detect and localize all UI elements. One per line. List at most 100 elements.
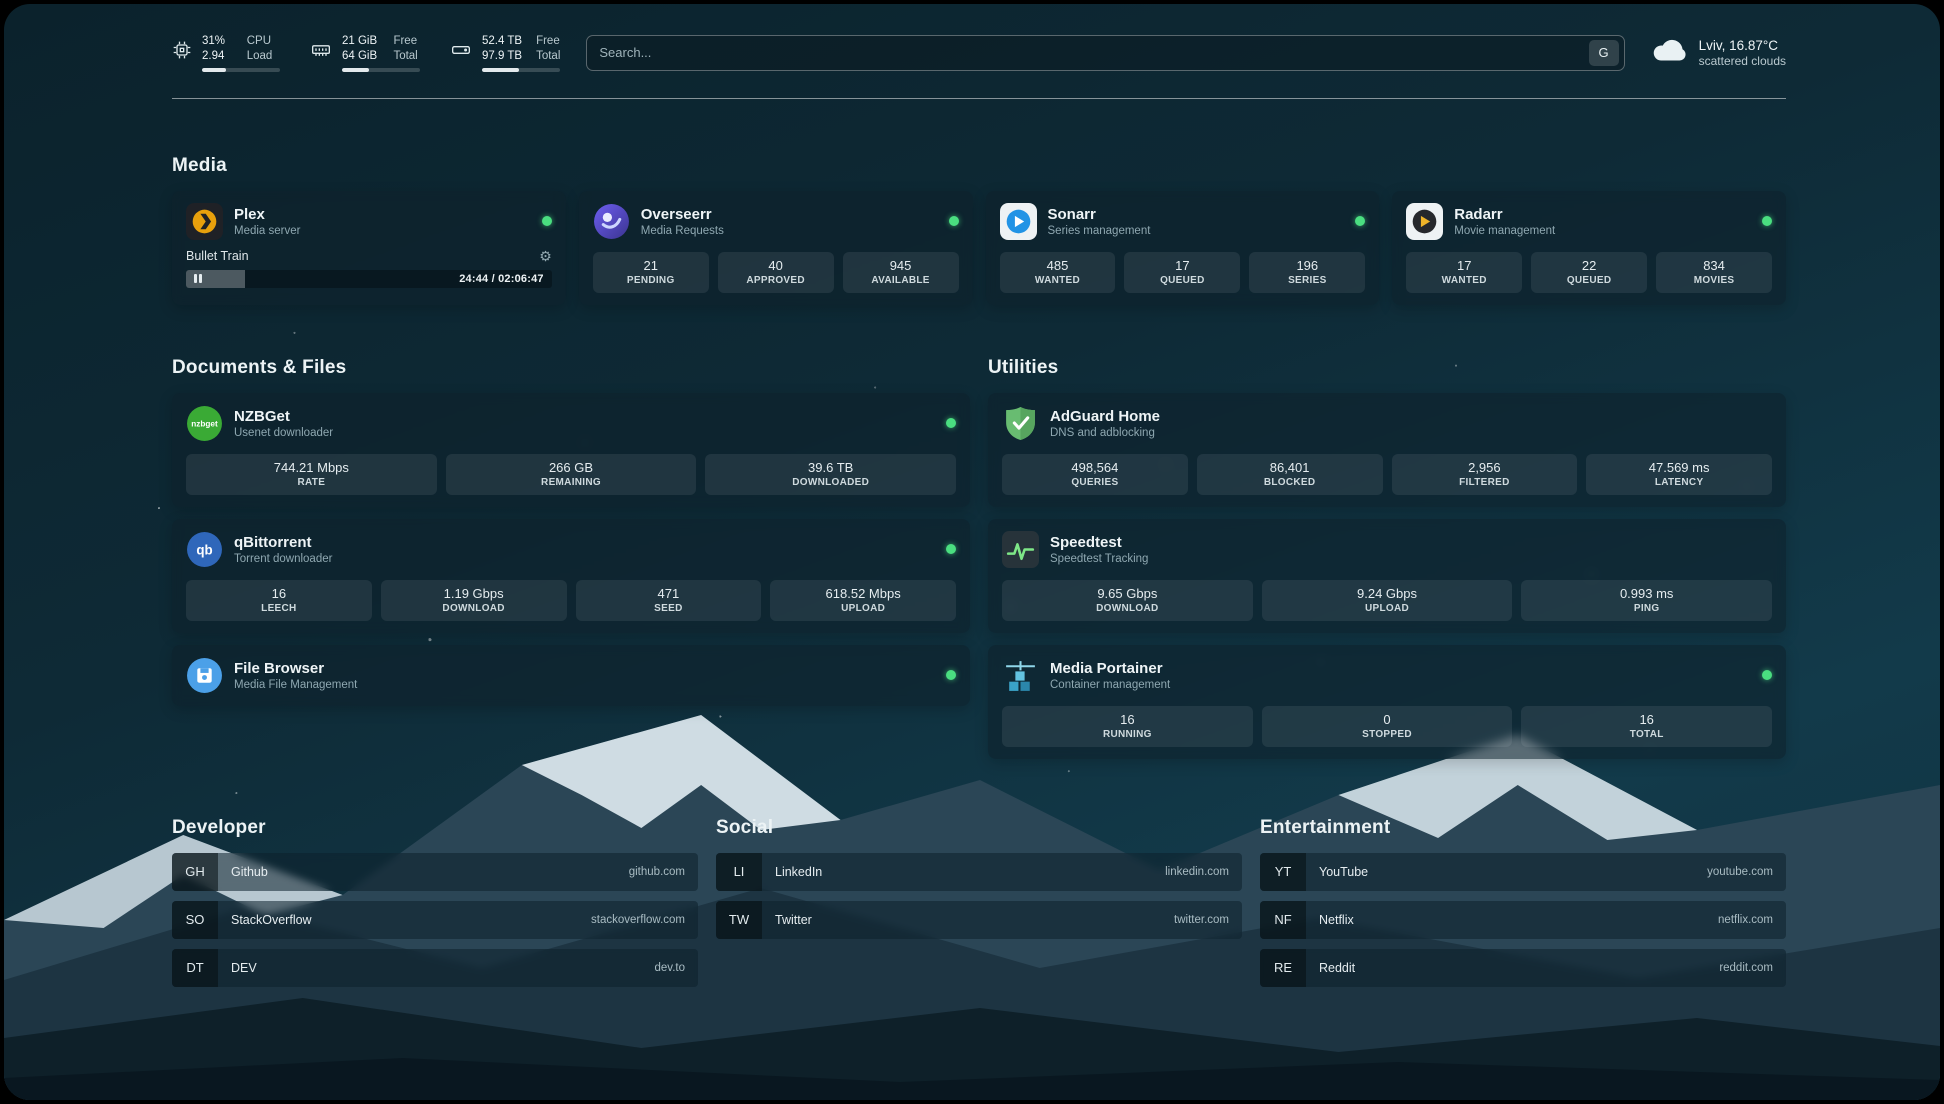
bookmark-dev[interactable]: DT DEV dev.to — [172, 949, 698, 987]
speedtest-icon — [1002, 531, 1039, 568]
stat-rate: 744.21 MbpsRATE — [186, 454, 437, 495]
bookmark-url: linkedin.com — [1165, 866, 1242, 878]
service-card-speedtest[interactable]: Speedtest Speedtest Tracking 9.65 GbpsDO… — [988, 519, 1786, 633]
bookmark-name: Twitter — [762, 913, 812, 927]
bookmark-abbr: DT — [172, 949, 218, 987]
bookmark-netflix[interactable]: NF Netflix netflix.com — [1260, 901, 1786, 939]
disk-free-value: 52.4 TB — [482, 34, 522, 49]
bookmark-stackoverflow[interactable]: SO StackOverflow stackoverflow.com — [172, 901, 698, 939]
service-description: DNS and adblocking — [1050, 427, 1160, 439]
status-online-dot — [946, 418, 956, 428]
stat-seed: 471SEED — [576, 580, 762, 621]
service-name: Speedtest — [1050, 534, 1148, 551]
section-title-media: Media — [172, 155, 1786, 177]
service-description: Media Requests — [641, 225, 724, 237]
service-description: Movie management — [1454, 225, 1555, 237]
status-online-dot — [542, 216, 552, 226]
cpu-label: CPU — [247, 34, 280, 49]
bookmark-abbr: GH — [172, 853, 218, 891]
stat-wanted: 17WANTED — [1406, 252, 1522, 293]
service-card-overseerr[interactable]: Overseerr Media Requests 21PENDING 40APP… — [579, 191, 973, 305]
stat-remaining: 266 GBREMAINING — [446, 454, 697, 495]
service-description: Media File Management — [234, 679, 357, 691]
stat-download: 9.65 GbpsDOWNLOAD — [1002, 580, 1253, 621]
status-online-dot — [949, 216, 959, 226]
bookmark-url: dev.to — [655, 962, 698, 974]
cloud-icon — [1651, 36, 1687, 69]
ram-free-value: 21 GiB — [342, 34, 379, 49]
bookmark-name: LinkedIn — [762, 865, 822, 879]
stat-downloaded: 39.6 TBDOWNLOADED — [705, 454, 956, 495]
stat-filtered: 2,956FILTERED — [1392, 454, 1578, 495]
bookmark-url: github.com — [629, 866, 698, 878]
bookmark-twitter[interactable]: TW Twitter twitter.com — [716, 901, 1242, 939]
sonarr-icon — [1000, 203, 1037, 240]
gear-icon[interactable]: ⚙ — [539, 249, 552, 263]
stat-leech: 16LEECH — [186, 580, 372, 621]
service-card-sonarr[interactable]: Sonarr Series management 485WANTED 17QUE… — [986, 191, 1380, 305]
disk-total-label: Total — [536, 49, 560, 64]
service-description: Usenet downloader — [234, 427, 333, 439]
status-online-dot — [1762, 670, 1772, 680]
service-card-adguard[interactable]: AdGuard Home DNS and adblocking 498,564Q… — [988, 393, 1786, 507]
disk-free-label: Free — [536, 34, 560, 49]
radarr-icon — [1406, 203, 1443, 240]
top-bar: 31% CPU 2.94 Load — [172, 34, 1786, 72]
search-input[interactable] — [599, 45, 1588, 60]
cpu-widget: 31% CPU 2.94 Load — [172, 34, 280, 72]
cpu-icon — [172, 40, 192, 65]
section-title-entertainment: Entertainment — [1260, 817, 1786, 839]
service-description: Container management — [1050, 679, 1170, 691]
search-bar[interactable]: G — [586, 35, 1624, 71]
pause-icon[interactable] — [194, 274, 202, 283]
status-online-dot — [1355, 216, 1365, 226]
bookmark-url: netflix.com — [1718, 914, 1786, 926]
bookmark-abbr: RE — [1260, 949, 1306, 987]
stat-wanted: 485WANTED — [1000, 252, 1116, 293]
filebrowser-icon — [186, 657, 223, 694]
bookmark-name: DEV — [218, 961, 257, 975]
service-name: AdGuard Home — [1050, 408, 1160, 425]
ram-progress-bar — [342, 68, 420, 72]
service-card-qbittorrent[interactable]: qb qBittorrent Torrent downloader 16LEEC… — [172, 519, 970, 633]
bookmark-reddit[interactable]: RE Reddit reddit.com — [1260, 949, 1786, 987]
stat-total: 16TOTAL — [1521, 706, 1772, 747]
stat-queued: 22QUEUED — [1531, 252, 1647, 293]
playback-time: 24:44 / 02:06:47 — [459, 273, 544, 285]
service-card-radarr[interactable]: Radarr Movie management 17WANTED 22QUEUE… — [1392, 191, 1786, 305]
overseerr-icon — [593, 203, 630, 240]
playback-progress-bar[interactable]: 24:44 / 02:06:47 — [186, 270, 552, 288]
service-name: NZBGet — [234, 408, 333, 425]
bookmark-linkedin[interactable]: LI LinkedIn linkedin.com — [716, 853, 1242, 891]
ram-icon — [310, 40, 332, 65]
stat-queued: 17QUEUED — [1124, 252, 1240, 293]
bookmark-url: twitter.com — [1174, 914, 1242, 926]
bookmark-name: Reddit — [1306, 961, 1355, 975]
portainer-icon — [1002, 657, 1039, 694]
service-name: Radarr — [1454, 206, 1555, 223]
weather-widget: Lviv, 16.87°C scattered clouds — [1651, 36, 1786, 69]
bookmark-name: Netflix — [1306, 913, 1354, 927]
service-card-filebrowser[interactable]: File Browser Media File Management — [172, 645, 970, 706]
nzbget-icon: nzbget — [186, 405, 223, 442]
disk-widget: 52.4 TB Free 97.9 TB Total — [450, 34, 560, 72]
bookmark-github[interactable]: GH Github github.com — [172, 853, 698, 891]
stat-upload: 9.24 GbpsUPLOAD — [1262, 580, 1513, 621]
now-playing-title: Bullet Train — [186, 249, 249, 263]
service-card-nzbget[interactable]: nzbget NZBGet Usenet downloader 744.21 M… — [172, 393, 970, 507]
service-card-plex[interactable]: Plex Media server Bullet Train ⚙ 24:44 /… — [172, 191, 566, 305]
bookmark-youtube[interactable]: YT YouTube youtube.com — [1260, 853, 1786, 891]
stat-available: 945AVAILABLE — [843, 252, 959, 293]
section-title-utilities: Utilities — [988, 357, 1786, 379]
bookmark-abbr: TW — [716, 901, 762, 939]
search-engine-button[interactable]: G — [1589, 40, 1619, 66]
stat-ping: 0.993 msPING — [1521, 580, 1772, 621]
dashboard-window: 31% CPU 2.94 Load — [4, 4, 1940, 1100]
weather-location: Lviv, 16.87°C — [1699, 38, 1786, 53]
service-card-portainer[interactable]: Media Portainer Container management 16R… — [988, 645, 1786, 759]
stat-stopped: 0STOPPED — [1262, 706, 1513, 747]
qbittorrent-icon: qb — [186, 531, 223, 568]
service-description: Media server — [234, 225, 300, 237]
service-name: qBittorrent — [234, 534, 332, 551]
stat-upload: 618.52 MbpsUPLOAD — [770, 580, 956, 621]
